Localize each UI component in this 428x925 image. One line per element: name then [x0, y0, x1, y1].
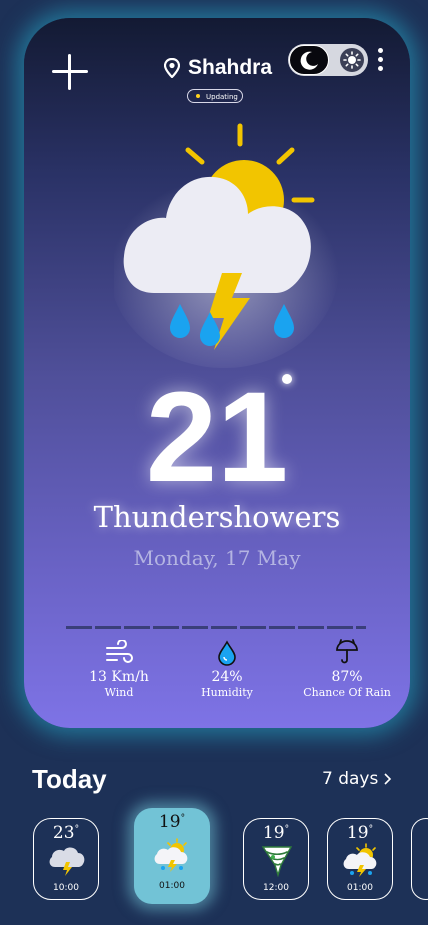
humidity-drop-icon: [218, 640, 236, 666]
hourly-card[interactable]: 23° 10:00: [33, 818, 99, 900]
forecast-title: Today: [32, 764, 107, 794]
rain-umbrella-icon: [336, 639, 358, 664]
hour-temp: 19: [158, 812, 181, 832]
moon-icon: [300, 51, 318, 70]
divider: [66, 626, 366, 629]
tornado-icon: [261, 846, 293, 877]
light-mode-button[interactable]: [340, 48, 364, 72]
rain-chance-label: Chance Of Rain: [303, 686, 391, 699]
rain-chance-value: 87%: [331, 669, 363, 685]
stat-humidity: 24% Humidity: [172, 634, 282, 699]
seven-days-link[interactable]: 7 days: [322, 769, 392, 789]
plus-icon[interactable]: [52, 54, 88, 90]
dark-mode-knob[interactable]: [289, 45, 329, 75]
status-text: Updating: [206, 93, 238, 101]
thunderstorm-icon: [114, 123, 339, 368]
status-badge: Updating: [187, 89, 243, 103]
hour-temp: 19: [346, 823, 369, 843]
humidity-value: 24%: [211, 669, 243, 685]
weather-condition: Thundershowers: [93, 500, 341, 534]
degree-symbol: [282, 374, 292, 384]
hourly-card[interactable]: 19° 12:00: [243, 818, 309, 900]
stat-rain-chance: 87% Chance Of Rain: [292, 634, 402, 699]
stat-wind: 13 Km/h Wind: [64, 634, 174, 699]
theme-toggle[interactable]: [288, 44, 368, 76]
hourly-card-selected[interactable]: 19° 01:00: [134, 808, 210, 904]
status-dot: [196, 94, 200, 98]
hourly-card-partial[interactable]: [411, 818, 428, 900]
wind-icon: [106, 640, 133, 663]
weather-stats: 13 Km/h Wind 24% Humidity 87% Chance Of …: [64, 634, 391, 704]
kebab-menu-icon[interactable]: [377, 48, 385, 72]
hour-time: 01:00: [159, 881, 185, 891]
hour-time: 10:00: [53, 883, 79, 893]
sun-cloud-storm-icon: [154, 838, 188, 872]
wind-value: 13 Km/h: [89, 669, 149, 685]
location[interactable]: Shahdra: [164, 56, 272, 80]
location-name: Shahdra: [188, 56, 273, 79]
weather-card: Shahdra Updating 21 Thundershowers Monda…: [24, 18, 410, 728]
hour-time: 01:00: [347, 883, 373, 893]
sun-cloud-storm-icon: [343, 843, 377, 877]
current-temperature: 21: [145, 366, 289, 509]
hour-temp: 19: [262, 823, 285, 843]
current-date: Monday, 17 May: [133, 546, 301, 570]
hour-time: 12:00: [263, 883, 289, 893]
hour-temp: 23: [52, 823, 75, 843]
chevron-right-icon: [384, 773, 392, 785]
hourly-card[interactable]: 19° 01:00: [327, 818, 393, 900]
humidity-label: Humidity: [201, 686, 253, 699]
wind-label: Wind: [104, 686, 134, 699]
sun-icon: [343, 51, 361, 69]
cloud-lightning-icon: [49, 847, 85, 876]
map-pin-icon: [164, 58, 180, 78]
seven-days-label: 7 days: [322, 769, 379, 789]
